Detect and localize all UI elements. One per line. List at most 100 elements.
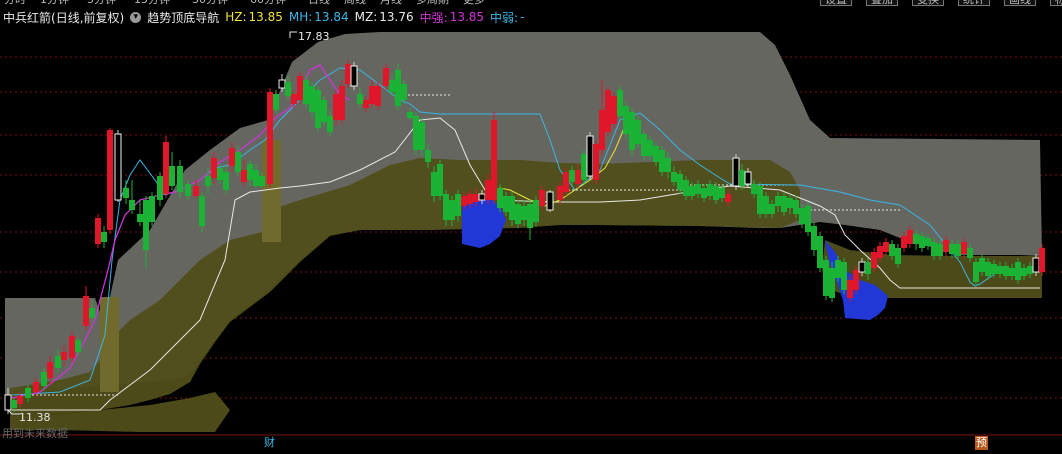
period-tab[interactable]: 30分钟	[192, 0, 228, 7]
candle-body	[913, 234, 919, 244]
period-tab[interactable]: 日线	[308, 0, 330, 7]
candle-body	[979, 258, 985, 272]
candle-body	[455, 194, 461, 216]
candle-body	[333, 94, 339, 120]
candle-body	[1039, 248, 1045, 272]
mh-value: 13.84	[314, 10, 349, 24]
period-tab[interactable]: 15分钟	[134, 0, 170, 7]
candle-body	[1027, 266, 1033, 274]
zq-value: 13.85	[449, 10, 485, 24]
candle-body	[478, 193, 486, 201]
candle-body	[327, 116, 333, 132]
candle-body	[123, 188, 129, 198]
kline-chart[interactable]: 17.83 11.38	[0, 0, 1062, 454]
candle-body	[689, 186, 695, 196]
candle-body	[114, 133, 122, 201]
candle-body	[61, 352, 67, 360]
candle-body	[732, 157, 740, 187]
candle-body	[17, 396, 23, 404]
candle-body	[805, 206, 811, 232]
candle-body	[575, 170, 581, 184]
candle-body	[217, 168, 223, 180]
candle-body	[895, 248, 901, 264]
candle-body	[967, 248, 973, 258]
candle-body	[149, 196, 155, 222]
toolbar-button[interactable]: 标记	[1050, 0, 1062, 6]
candle-body	[143, 200, 149, 250]
candle-body	[563, 172, 569, 192]
candle-body	[557, 186, 563, 200]
candle-body	[253, 170, 259, 186]
period-tab[interactable]: 5分钟	[87, 0, 116, 7]
candle-body	[315, 90, 321, 128]
candle-body	[431, 172, 437, 196]
olive-band-right	[822, 240, 1042, 298]
candle-body	[467, 194, 473, 204]
indicator-name[interactable]: 趋势顶底导航	[147, 9, 219, 26]
candle-body	[599, 110, 605, 150]
cai-marker[interactable]: 财	[264, 436, 275, 450]
candle-body	[193, 186, 199, 196]
candle-body	[33, 382, 39, 392]
candle-body	[259, 176, 265, 186]
candle-body	[925, 238, 931, 246]
period-tab[interactable]: 月线	[380, 0, 402, 7]
candle-body	[375, 86, 381, 106]
top-toolbar: 分时 1分钟 5分钟 15分钟 30分钟 60分钟 日线 周线 月线 多周期 更多 设置 叠加 变换 统计 画…	[0, 0, 1062, 7]
candle-body	[799, 208, 805, 224]
candle-body	[223, 172, 229, 190]
candle-body	[883, 242, 889, 252]
candle-body	[89, 308, 95, 318]
candle-body	[137, 214, 143, 222]
candle-body	[497, 188, 503, 208]
candle-body	[185, 184, 191, 196]
candle-body	[635, 120, 641, 144]
candle-body	[533, 200, 539, 222]
candle-body	[865, 262, 871, 274]
candle-body	[273, 94, 279, 110]
candle-body	[55, 356, 61, 368]
candle-body	[744, 171, 752, 185]
toolbar-button[interactable]: 统计	[958, 0, 990, 6]
candle-body	[199, 196, 205, 226]
candle-body	[229, 148, 235, 166]
candle-body	[285, 82, 291, 96]
candle-body	[677, 174, 683, 190]
candle-body	[1015, 262, 1021, 280]
toolbar-button[interactable]: 画线	[1004, 0, 1036, 6]
candle-body	[775, 196, 781, 206]
candle-body	[793, 200, 799, 214]
period-tab[interactable]: 60分钟	[250, 0, 286, 7]
olive-bar	[262, 140, 281, 242]
candle-body	[291, 94, 297, 104]
candle-body	[647, 140, 653, 156]
toolbar-button[interactable]: 变换	[912, 0, 944, 6]
candle-body	[407, 112, 413, 118]
gray-band	[5, 32, 1042, 395]
candle-body	[419, 122, 425, 150]
candle-body	[425, 150, 431, 162]
toolbar-button[interactable]: 叠加	[866, 0, 898, 6]
candle-body	[47, 362, 53, 378]
indicator-settings-icon[interactable]: ▾	[130, 11, 142, 23]
candle-body	[695, 184, 701, 194]
magenta-line	[11, 64, 351, 399]
candle-body	[267, 92, 273, 184]
period-tab[interactable]: 分时	[4, 0, 26, 7]
candle-body	[817, 236, 823, 268]
period-tab[interactable]: 多周期	[416, 0, 449, 7]
candle-body	[973, 262, 979, 282]
candle-body	[363, 100, 369, 108]
zr-label: 中弱:	[490, 10, 519, 25]
period-tab[interactable]: 1分钟	[40, 0, 69, 7]
candle-body	[569, 170, 575, 182]
period-tab[interactable]: 更多	[463, 0, 485, 7]
chart-grid	[0, 56, 1062, 399]
candle-body	[931, 242, 937, 256]
candle-body	[701, 188, 707, 198]
candle-body	[107, 130, 113, 230]
yu-marker[interactable]: 预	[975, 436, 988, 450]
toolbar-button[interactable]: 设置	[820, 0, 852, 6]
period-tab[interactable]: 周线	[344, 0, 366, 7]
candle-body	[157, 176, 163, 200]
